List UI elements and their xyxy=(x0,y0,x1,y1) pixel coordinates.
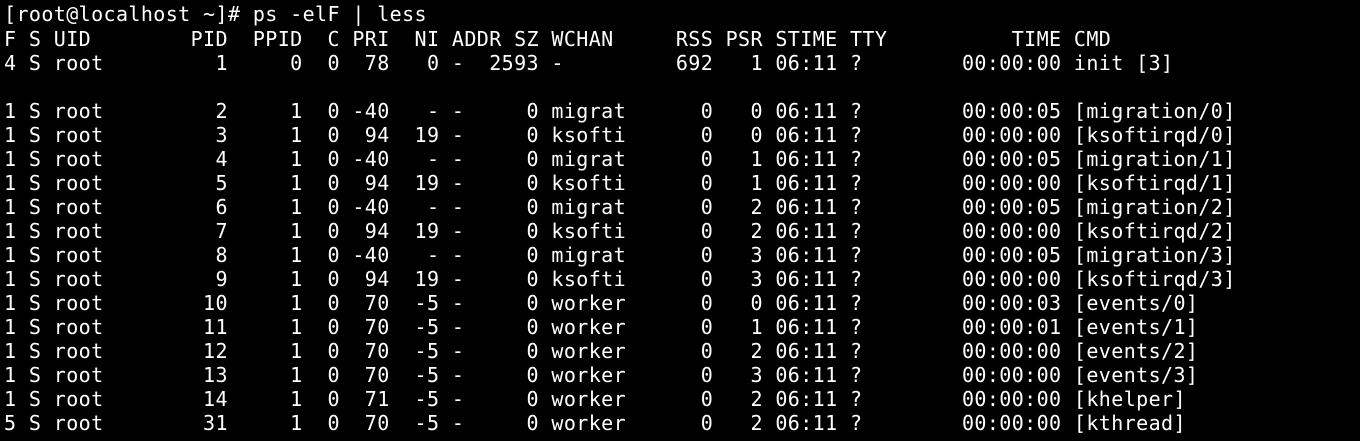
terminal-window[interactable]: [root@localhost ~]# ps -elF | less F S U… xyxy=(0,0,1360,441)
process-row: 5 S root 31 1 0 70 -5 - 0 worker 0 2 06:… xyxy=(4,411,1186,435)
process-row: 1 S root 14 1 0 71 -5 - 0 worker 0 2 06:… xyxy=(4,387,1186,411)
process-row: 1 S root 7 1 0 94 19 - 0 ksofti 0 2 06:1… xyxy=(4,219,1236,243)
process-row: 1 S root 9 1 0 94 19 - 0 ksofti 0 3 06:1… xyxy=(4,267,1236,291)
process-row: 1 S root 3 1 0 94 19 - 0 ksofti 0 0 06:1… xyxy=(4,123,1236,147)
process-row: 1 S root 10 1 0 70 -5 - 0 worker 0 0 06:… xyxy=(4,291,1199,315)
process-row: 1 S root 2 1 0 -40 - - 0 migrat 0 0 06:1… xyxy=(4,99,1236,123)
process-row: 1 S root 13 1 0 70 -5 - 0 worker 0 3 06:… xyxy=(4,363,1199,387)
process-row: 4 S root 1 0 0 78 0 - 2593 - 692 1 06:11… xyxy=(4,51,1174,75)
command-prompt-line: [root@localhost ~]# ps -elF | less xyxy=(4,2,427,26)
process-row: 1 S root 11 1 0 70 -5 - 0 worker 0 1 06:… xyxy=(4,315,1199,339)
process-row: 1 S root 4 1 0 -40 - - 0 migrat 0 1 06:1… xyxy=(4,147,1236,171)
process-row: 1 S root 8 1 0 -40 - - 0 migrat 0 3 06:1… xyxy=(4,243,1236,267)
process-row: 1 S root 5 1 0 94 19 - 0 ksofti 0 1 06:1… xyxy=(4,171,1236,195)
process-row: 1 S root 12 1 0 70 -5 - 0 worker 0 2 06:… xyxy=(4,339,1199,363)
process-row: 1 S root 6 1 0 -40 - - 0 migrat 0 2 06:1… xyxy=(4,195,1236,219)
ps-column-header: F S UID PID PPID C PRI NI ADDR SZ WCHAN … xyxy=(4,27,1112,51)
